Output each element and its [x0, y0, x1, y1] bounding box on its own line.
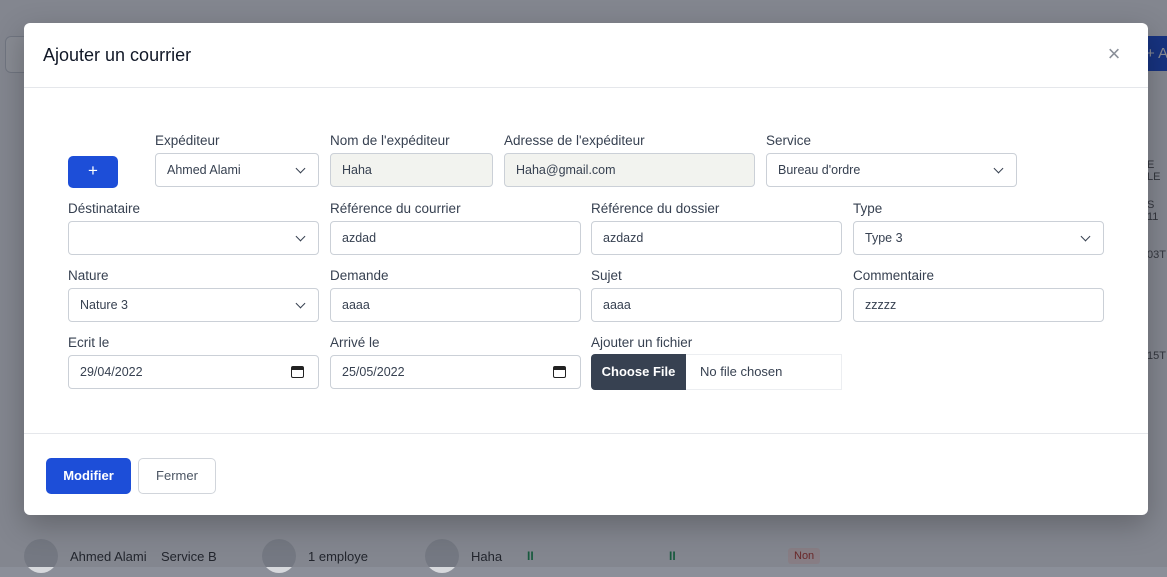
sujet-value: aaaa: [603, 298, 631, 312]
reference-dossier-value: azdazd: [603, 231, 644, 245]
nature-label: Nature: [68, 268, 109, 283]
nature-select[interactable]: Nature 3: [68, 288, 319, 322]
sujet-label: Sujet: [591, 268, 622, 283]
arrive-le-date-input[interactable]: 25/05/2022: [330, 355, 581, 389]
type-select[interactable]: Type 3: [853, 221, 1104, 255]
adresse-expediteur-value: Haha@gmail.com: [516, 163, 616, 177]
reference-courrier-label: Référence du courrier: [330, 201, 461, 216]
modal-footer: Modifier Fermer: [24, 433, 1148, 516]
ecrit-le-value: 29/04/2022: [80, 365, 143, 379]
demande-label: Demande: [330, 268, 389, 283]
close-icon[interactable]: ×: [1104, 43, 1124, 65]
adresse-expediteur-label: Adresse de l'expéditeur: [504, 133, 645, 148]
expediteur-value: Ahmed Alami: [167, 163, 241, 177]
sujet-input[interactable]: aaaa: [591, 288, 842, 322]
demande-value: aaaa: [342, 298, 370, 312]
ecrit-le-label: Ecrit le: [68, 335, 110, 350]
arrive-le-label: Arrivé le: [330, 335, 380, 350]
service-label: Service: [766, 133, 812, 148]
service-value: Bureau d'ordre: [778, 163, 861, 177]
fichier-label: Ajouter un fichier: [591, 335, 693, 350]
destinataire-label: Déstinataire: [68, 201, 141, 216]
ecrit-le-date-input[interactable]: 29/04/2022: [68, 355, 319, 389]
arrive-le-value: 25/05/2022: [342, 365, 405, 379]
commentaire-label: Commentaire: [853, 268, 935, 283]
nom-expediteur-field[interactable]: Haha: [330, 153, 493, 187]
calendar-icon[interactable]: [553, 366, 566, 378]
add-courrier-modal: Ajouter un courrier × + Expéditeur Ahmed…: [24, 23, 1148, 515]
reference-dossier-label: Référence du dossier: [591, 201, 720, 216]
modifier-button[interactable]: Modifier: [46, 458, 131, 494]
type-label: Type: [853, 201, 883, 216]
adresse-expediteur-field[interactable]: Haha@gmail.com: [504, 153, 755, 187]
commentaire-value: zzzzz: [865, 298, 897, 312]
file-status-text: No file chosen: [686, 354, 842, 390]
nom-expediteur-value: Haha: [342, 163, 372, 177]
commentaire-input[interactable]: zzzzz: [853, 288, 1104, 322]
reference-dossier-input[interactable]: azdazd: [591, 221, 842, 255]
file-input[interactable]: Choose File No file chosen: [591, 354, 842, 390]
calendar-icon[interactable]: [291, 366, 304, 378]
add-expediteur-button[interactable]: +: [68, 156, 118, 188]
reference-courrier-input[interactable]: azdad: [330, 221, 581, 255]
destinataire-select[interactable]: [68, 221, 319, 255]
demande-input[interactable]: aaaa: [330, 288, 581, 322]
type-value: Type 3: [865, 231, 903, 245]
nature-value: Nature 3: [80, 298, 128, 312]
fermer-button[interactable]: Fermer: [138, 458, 216, 494]
choose-file-button[interactable]: Choose File: [591, 354, 686, 390]
expediteur-select[interactable]: Ahmed Alami: [155, 153, 319, 187]
reference-courrier-value: azdad: [342, 231, 377, 245]
nom-expediteur-label: Nom de l'expéditeur: [330, 133, 450, 148]
modal-title: Ajouter un courrier: [43, 45, 192, 65]
expediteur-label: Expéditeur: [155, 133, 220, 148]
service-select[interactable]: Bureau d'ordre: [766, 153, 1017, 187]
modal-header: Ajouter un courrier ×: [24, 23, 1148, 88]
